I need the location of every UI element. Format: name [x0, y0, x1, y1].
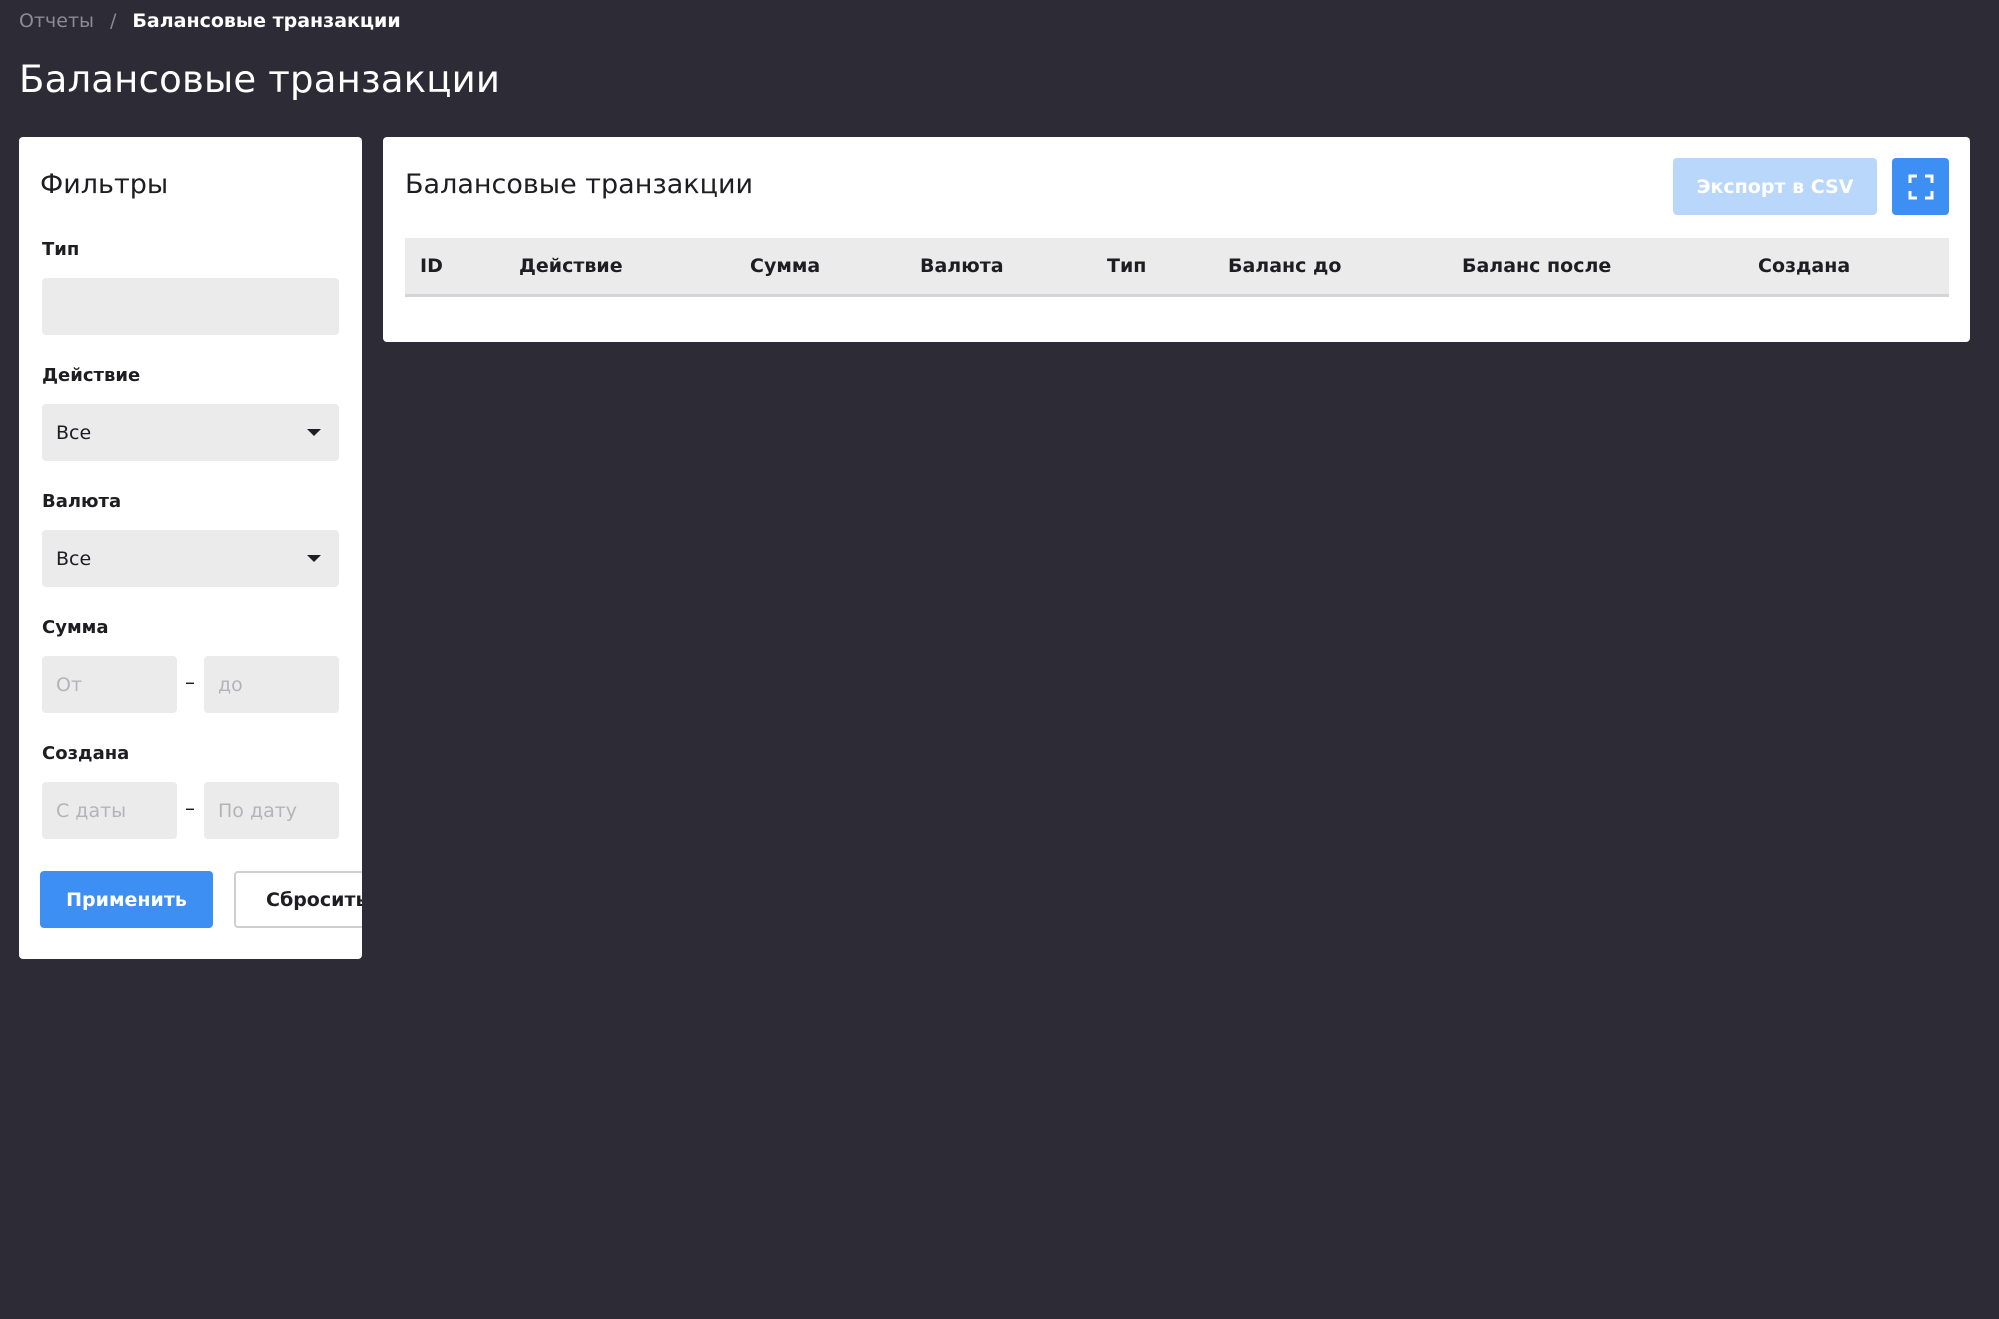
currency-label: Валюта — [42, 491, 122, 512]
caret-down-icon — [307, 555, 321, 562]
amount-label: Сумма — [42, 617, 109, 638]
breadcrumb: Отчеты / Балансовые транзакции — [19, 8, 401, 34]
table-title: Балансовые транзакции — [405, 169, 754, 200]
type-input[interactable] — [42, 278, 339, 335]
created-range-dash: – — [185, 796, 195, 820]
fullscreen-button[interactable] — [1892, 158, 1949, 215]
filters-panel: Фильтры Тип Действие Все Валюта Все Сумм… — [19, 137, 362, 959]
created-from-input[interactable] — [42, 782, 177, 839]
page-title: Балансовые транзакции — [19, 58, 501, 101]
type-label: Тип — [42, 239, 80, 260]
reset-button[interactable]: Сбросить — [234, 871, 362, 928]
column-header-id[interactable]: ID — [420, 238, 443, 294]
breadcrumb-current: Балансовые транзакции — [132, 10, 401, 32]
breadcrumb-separator: / — [110, 10, 117, 32]
export-csv-button[interactable]: Экспорт в CSV — [1673, 158, 1877, 215]
currency-select-value: Все — [56, 547, 92, 570]
amount-to-input[interactable] — [204, 656, 339, 713]
currency-select[interactable]: Все — [42, 530, 339, 587]
action-label: Действие — [42, 365, 141, 386]
column-header-type[interactable]: Тип — [1107, 238, 1146, 294]
column-header-amount[interactable]: Сумма — [750, 238, 820, 294]
apply-button[interactable]: Применить — [40, 871, 213, 928]
column-header-balance-after[interactable]: Баланс после — [1462, 238, 1611, 294]
filters-title: Фильтры — [40, 169, 169, 200]
breadcrumb-reports-link[interactable]: Отчеты — [19, 8, 94, 34]
created-to-input[interactable] — [204, 782, 339, 839]
fullscreen-icon — [1908, 174, 1933, 199]
column-header-balance-before[interactable]: Баланс до — [1228, 238, 1341, 294]
column-header-created[interactable]: Создана — [1758, 238, 1850, 294]
column-header-action[interactable]: Действие — [519, 238, 623, 294]
column-header-currency[interactable]: Валюта — [920, 238, 1004, 294]
caret-down-icon — [307, 429, 321, 436]
page: Отчеты / Балансовые транзакции Балансовы… — [0, 0, 1999, 1319]
transactions-card: Балансовые транзакции Экспорт в CSV ID Д… — [383, 137, 1970, 342]
amount-from-input[interactable] — [42, 656, 177, 713]
created-label: Создана — [42, 743, 130, 764]
table-header-row: ID Действие Сумма Валюта Тип Баланс до Б… — [405, 238, 1949, 297]
action-select-value: Все — [56, 421, 92, 444]
amount-range-dash: – — [185, 670, 195, 694]
action-select[interactable]: Все — [42, 404, 339, 461]
